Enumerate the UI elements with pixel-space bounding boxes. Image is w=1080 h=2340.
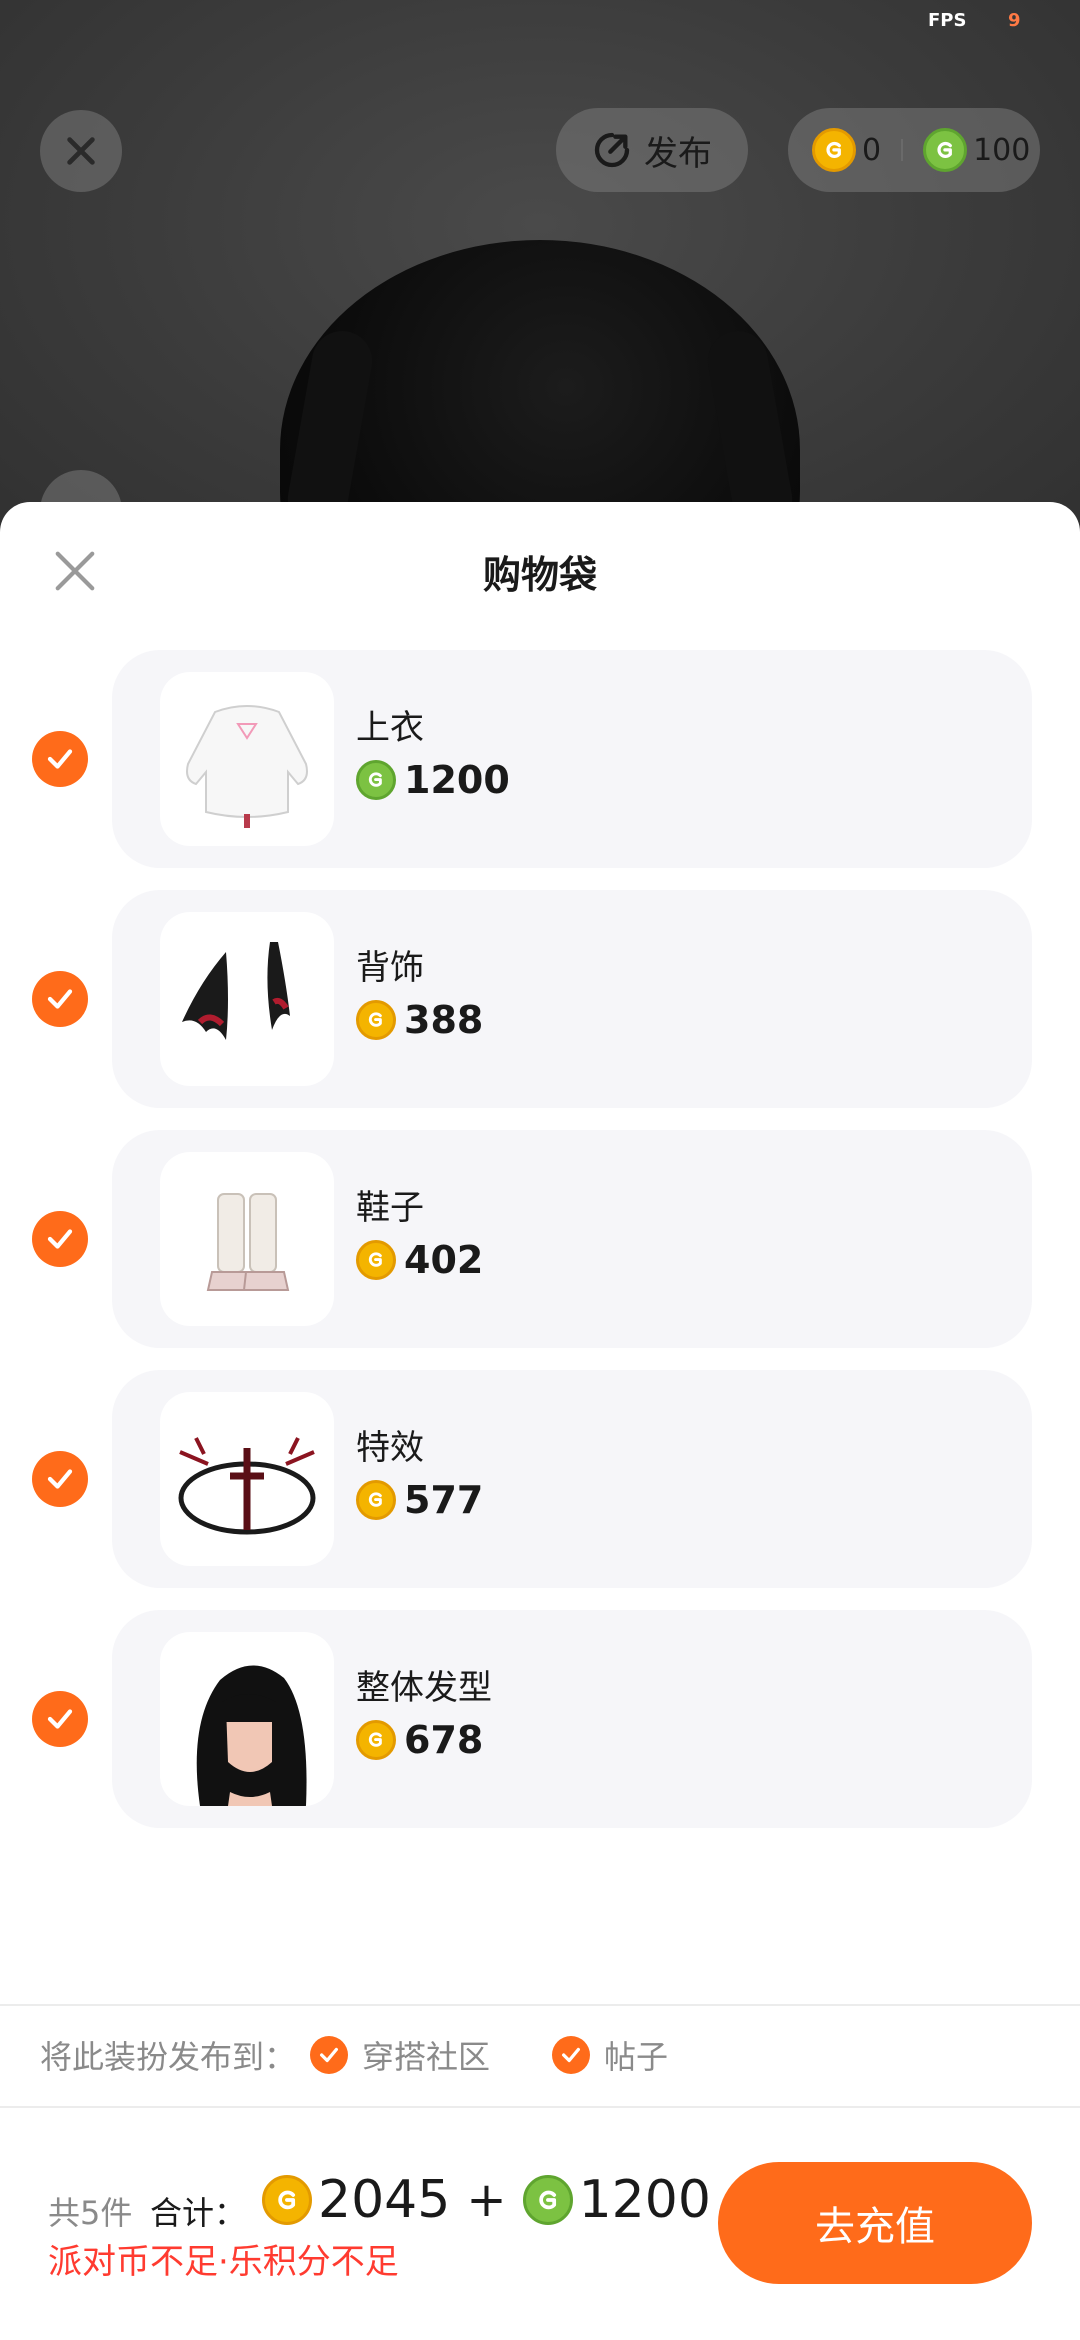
- checkbox-icon: [552, 2036, 591, 2074]
- avatar-preview-scene[interactable]: FPS 9 发布 0 100: [0, 0, 1080, 560]
- item-price-value: 577: [404, 1478, 484, 1522]
- cart-item[interactable]: 整体发型 678: [0, 1610, 1080, 1828]
- gold-total: 2045: [318, 2170, 451, 2230]
- item-checkbox[interactable]: [32, 971, 88, 1027]
- fps-value: 9: [1008, 10, 1021, 31]
- item-card[interactable]: 鞋子 402: [112, 1130, 1032, 1348]
- item-card[interactable]: 背饰 388: [112, 890, 1032, 1108]
- points-balance: 100: [973, 132, 1031, 168]
- checkbox-icon: [310, 2036, 349, 2074]
- item-price: 1200: [356, 758, 510, 802]
- check-icon: [47, 749, 73, 769]
- item-price: 402: [356, 1238, 483, 1282]
- item-price: 388: [356, 998, 483, 1042]
- check-icon: [47, 989, 73, 1009]
- item-price-value: 388: [404, 998, 484, 1042]
- recharge-button[interactable]: 去充值: [718, 2162, 1032, 2284]
- divider: [0, 2106, 1080, 2108]
- item-thumbnail-hoodie: [160, 672, 334, 846]
- item-card[interactable]: 整体发型 678: [112, 1610, 1032, 1828]
- item-name: 背饰: [356, 948, 424, 988]
- check-icon: [47, 1709, 73, 1729]
- party-coin-icon: [356, 1240, 396, 1280]
- check-icon: [47, 1229, 73, 1249]
- points-coin-icon: [923, 128, 968, 172]
- points-coin-icon: [522, 2175, 573, 2225]
- publish-option-community[interactable]: 穿搭社区: [310, 2032, 490, 2078]
- total-label: 合计：: [150, 2194, 247, 2232]
- item-card[interactable]: 上衣 1200: [112, 650, 1032, 868]
- divider: [0, 2004, 1080, 2006]
- party-coin-icon: [356, 1720, 396, 1760]
- publish-icon: [594, 132, 630, 168]
- item-name: 上衣: [356, 708, 424, 748]
- item-thumbnail-effect: [160, 1392, 334, 1566]
- balance-pill[interactable]: 0 100: [788, 108, 1040, 192]
- item-checkbox[interactable]: [32, 1691, 88, 1747]
- fps-label: FPS: [928, 10, 967, 31]
- total-amount: 2045 + 1200: [262, 2170, 711, 2230]
- cart-item[interactable]: 特效 577: [0, 1370, 1080, 1588]
- cart-item[interactable]: 上衣 1200: [0, 650, 1080, 868]
- item-name: 特效: [356, 1428, 424, 1468]
- publish-option-label: 帖子: [604, 2038, 669, 2076]
- points-coin-icon: [356, 760, 396, 800]
- party-coin-icon: [262, 2175, 312, 2225]
- item-thumbnail-hair: [160, 1632, 334, 1806]
- close-editor-button[interactable]: [40, 110, 122, 192]
- item-count: 共5件: [48, 2194, 133, 2232]
- publish-option-post[interactable]: 帖子: [552, 2032, 668, 2078]
- item-name: 鞋子: [356, 1188, 424, 1228]
- party-coin-icon: [356, 1000, 396, 1040]
- item-thumbnail-boots: [160, 1152, 334, 1326]
- balance-divider: [901, 139, 904, 161]
- cart-item[interactable]: 背饰 388: [0, 890, 1080, 1108]
- party-coin-icon: [812, 128, 856, 172]
- party-coin-balance: 0: [862, 132, 882, 168]
- item-checkbox[interactable]: [32, 731, 88, 787]
- publish-option-label: 穿搭社区: [362, 2038, 491, 2076]
- party-coin-icon: [356, 1480, 396, 1520]
- publish-to-row: 将此装扮发布到： 穿搭社区 帖子: [40, 2032, 668, 2078]
- plus-sign: +: [466, 2172, 507, 2228]
- cart-item[interactable]: 鞋子 402: [0, 1130, 1080, 1348]
- item-price-value: 678: [404, 1718, 484, 1762]
- sheet-title: 购物袋: [482, 553, 597, 597]
- close-icon: [67, 137, 95, 165]
- item-checkbox[interactable]: [32, 1211, 88, 1267]
- publish-label: 发布: [644, 133, 712, 174]
- insufficient-balance-warning: 派对币不足·乐积分不足: [48, 2242, 399, 2282]
- item-price-value: 402: [404, 1238, 484, 1282]
- publish-to-label: 将此装扮发布到：: [40, 2038, 297, 2076]
- item-name: 整体发型: [356, 1668, 492, 1708]
- item-card[interactable]: 特效 577: [112, 1370, 1032, 1588]
- check-icon: [47, 1469, 73, 1489]
- publish-button[interactable]: 发布: [556, 108, 748, 192]
- item-price-value: 1200: [404, 758, 510, 802]
- green-total: 1200: [578, 2170, 711, 2230]
- item-price: 678: [356, 1718, 483, 1762]
- item-price: 577: [356, 1478, 483, 1522]
- item-thumbnail-wings: [160, 912, 334, 1086]
- item-checkbox[interactable]: [32, 1451, 88, 1507]
